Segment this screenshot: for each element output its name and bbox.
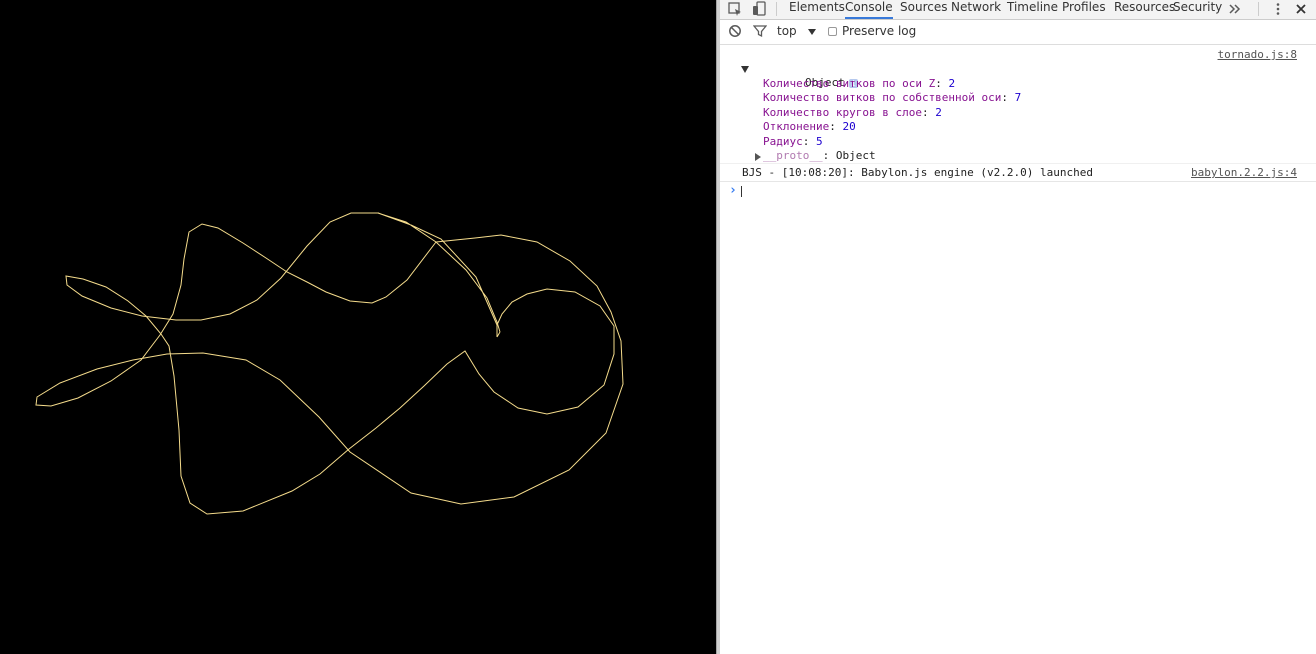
console-prompt[interactable]: › <box>720 182 1316 200</box>
console-message-object: tornado.js:8 Object i Количество витков п… <box>720 45 1316 164</box>
clear-console-icon[interactable] <box>728 24 744 40</box>
preserve-log-checkbox[interactable] <box>828 27 837 36</box>
tab-console[interactable]: Console <box>845 0 893 19</box>
render-canvas[interactable] <box>0 0 716 654</box>
tab-resources[interactable]: Resources <box>1114 0 1175 19</box>
tornado-curve <box>35 212 624 515</box>
object-prop-2: Количество кругов в слое: 2 <box>763 106 942 119</box>
filter-icon[interactable] <box>752 24 769 40</box>
inspect-element-icon[interactable] <box>727 1 743 17</box>
object-prop-4: Радиус: 5 <box>763 135 823 148</box>
expand-triangle-icon[interactable] <box>741 64 750 77</box>
chevron-down-icon[interactable] <box>807 26 817 40</box>
toolbar-divider <box>776 2 777 16</box>
tab-network[interactable]: Network <box>951 0 1001 19</box>
object-proto[interactable]: __proto__: Object <box>763 149 876 162</box>
preserve-log-label[interactable]: Preserve log <box>842 24 916 38</box>
devtools-toolbar: Elements Console Sources Network Timelin… <box>720 0 1316 20</box>
device-mode-icon[interactable] <box>751 1 767 17</box>
curve-drawing <box>35 212 624 515</box>
devtools-panel: Elements Console Sources Network Timelin… <box>720 0 1316 654</box>
tab-security[interactable]: Security <box>1173 0 1222 19</box>
tab-timeline[interactable]: Timeline <box>1007 0 1058 19</box>
source-link-tornado[interactable]: tornado.js:8 <box>1218 48 1297 61</box>
console-output[interactable]: tornado.js:8 Object i Количество витков п… <box>720 45 1316 654</box>
context-select[interactable]: top <box>777 24 797 38</box>
double-chevron-icon[interactable] <box>1228 2 1244 18</box>
prompt-chevron-icon: › <box>729 183 737 198</box>
tab-profiles[interactable]: Profiles <box>1062 0 1106 19</box>
source-link-babylon[interactable]: babylon.2.2.js:4 <box>1191 166 1297 179</box>
close-icon[interactable] <box>1294 2 1310 18</box>
object-prop-0: Количество витков по оси Z: 2 <box>763 77 956 90</box>
toolbar-divider-right <box>1258 2 1259 16</box>
console-filter-bar: top Preserve log <box>720 20 1316 45</box>
object-prop-3: Отклонение: 20 <box>763 120 856 133</box>
console-message-engine: BJS - [10:08:20]: Babylon.js engine (v2.… <box>720 164 1316 182</box>
engine-log-text: BJS - [10:08:20]: Babylon.js engine (v2.… <box>742 166 1093 179</box>
tab-sources[interactable]: Sources <box>900 0 947 19</box>
vertical-dots-icon[interactable] <box>1271 2 1287 18</box>
object-prop-1: Количество витков по собственной оси: 7 <box>763 91 1022 104</box>
collapsed-triangle-icon[interactable] <box>754 151 762 164</box>
tab-elements[interactable]: Elements <box>789 0 845 19</box>
prompt-caret <box>741 186 742 197</box>
